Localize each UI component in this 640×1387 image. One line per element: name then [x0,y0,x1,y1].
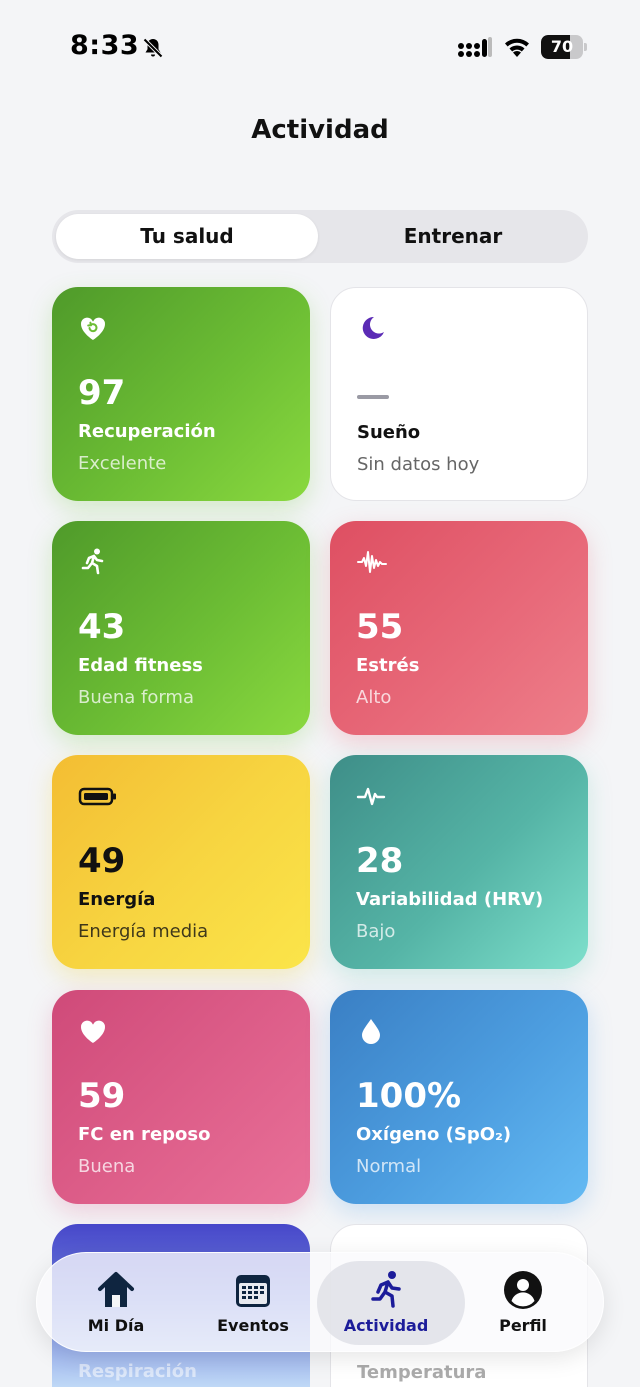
card-label: Temperatura [357,1362,487,1383]
card-subtitle: Buena forma [78,687,194,708]
card-label: Edad fitness [78,655,203,676]
home-icon [98,1272,134,1307]
page-title: Actividad [251,115,389,145]
card-label: Estrés [356,655,420,676]
card-fc-en-reposo[interactable]: 59 FC en reposo Buena [52,990,310,1204]
card-subtitle: Sin datos hoy [357,454,480,475]
card-label: Respiración [78,1361,197,1382]
person-icon [504,1271,542,1309]
tab-mi-dia[interactable]: Mi Día [45,1253,187,1353]
card-estres[interactable]: 55 Estrés Alto [330,521,588,735]
card-subtitle: Alto [356,687,392,708]
card-value: 28 [356,841,404,881]
running-icon [371,1271,401,1308]
tab-bar: Mi Día Eventos Actividad Perfil [36,1252,604,1352]
card-edad-fitness[interactable]: 43 Edad fitness Buena forma [52,521,310,735]
card-subtitle: Normal [356,1156,422,1177]
cellular-signal-icon [458,37,492,57]
card-subtitle: Bajo [356,921,396,942]
status-bar: 8:33 70 [0,0,640,95]
card-variabilidad-hrv[interactable]: 28 Variabilidad (HRV) Bajo [330,755,588,969]
card-value: 100% [356,1076,462,1116]
waveform-icon [357,551,387,573]
card-value: 49 [78,841,126,881]
no-data-dash [357,395,389,399]
card-recuperacion[interactable]: 97 Recuperación Excelente [52,287,310,501]
running-icon [81,548,104,575]
card-label: FC en reposo [78,1124,211,1145]
battery-indicator: 70 [541,35,587,59]
card-value: 59 [78,1076,126,1116]
status-time: 8:33 [70,30,140,61]
wifi-icon [505,38,529,57]
card-value: 43 [78,607,126,647]
card-sueno[interactable]: Sueño Sin datos hoy [330,287,588,501]
tab-perfil[interactable]: Perfil [452,1253,594,1353]
card-subtitle: Buena [78,1156,136,1177]
card-oxigeno[interactable]: 100% Oxígeno (SpO₂) Normal [330,990,588,1204]
battery-icon [78,787,116,806]
tab-actividad[interactable]: Actividad [315,1253,465,1353]
pulse-icon [356,787,386,806]
moon-icon [362,316,384,339]
heart-refresh-icon [80,317,106,340]
segmented-control: Tu salud Entrenar [52,210,588,263]
card-label: Sueño [357,422,421,443]
card-subtitle: Energía media [78,921,209,942]
card-value: 55 [356,607,404,647]
card-subtitle: Excelente [78,453,167,474]
card-label: Recuperación [78,421,216,442]
card-label: Variabilidad (HRV) [356,889,544,910]
segment-entrenar[interactable]: Entrenar [322,214,584,259]
card-label: Oxígeno (SpO₂) [356,1124,512,1145]
card-value: 97 [78,373,126,413]
card-label: Energía [78,889,156,910]
heart-icon [80,1020,106,1043]
bell-muted-icon [142,37,164,59]
segment-tu-salud[interactable]: Tu salud [56,214,318,259]
calendar-icon [236,1275,270,1307]
drop-icon [362,1019,380,1044]
tab-eventos[interactable]: Eventos [182,1253,324,1353]
card-energia[interactable]: 49 Energía Energía media [52,755,310,969]
